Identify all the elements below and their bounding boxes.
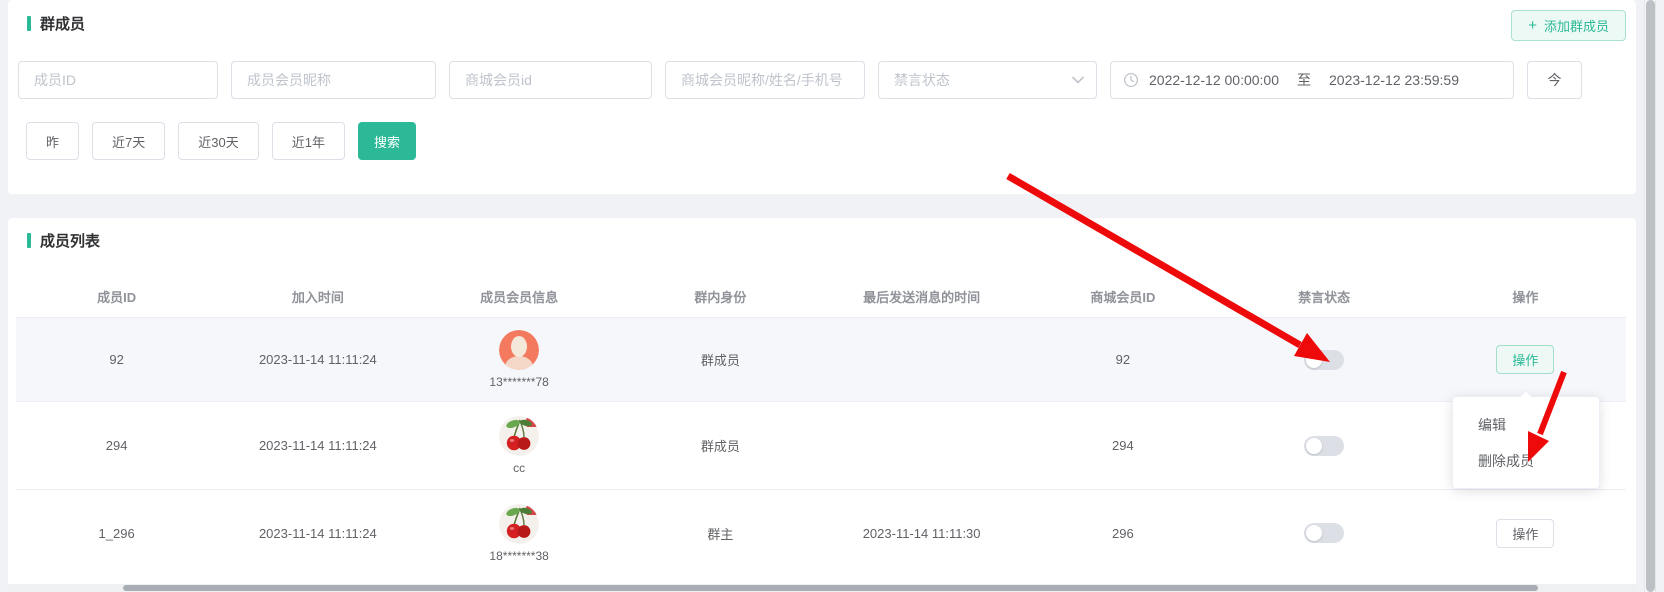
cell-mall-member-id: 294 (1022, 402, 1223, 489)
dropdown-item-delete-member[interactable]: 删除成员 (1453, 443, 1599, 479)
cherry-avatar (499, 504, 539, 544)
cell-last-message-time (821, 318, 1022, 401)
mute-toggle[interactable] (1304, 350, 1344, 370)
row-action-button[interactable]: 操作 (1496, 345, 1554, 374)
plus-icon: + (1528, 18, 1537, 33)
dropdown-item-edit[interactable]: 编辑 (1453, 407, 1599, 443)
clock-icon (1123, 72, 1139, 88)
add-group-member-button[interactable]: + 添加群成员 (1511, 10, 1626, 41)
horizontal-scrollbar[interactable] (8, 584, 1636, 592)
panel-title: 群成员 (27, 13, 85, 34)
member-id-input[interactable] (18, 61, 218, 99)
mute-toggle[interactable] (1304, 436, 1344, 456)
chevron-down-icon (1072, 76, 1084, 84)
cell-last-message-time: 2023-11-14 11:11:30 (821, 490, 1022, 576)
range-1year-button[interactable]: 近1年 (272, 122, 345, 160)
horizontal-scrollbar-thumb[interactable] (123, 585, 1538, 591)
member-list-panel: 成员列表 成员ID 加入时间 成员会员信息 群内身份 最后发送消息的时间 商城会… (8, 218, 1636, 592)
row-action-button[interactable]: 操作 (1496, 519, 1554, 548)
col-member-id: 成员ID (16, 276, 217, 317)
member-info: 13*******78 (489, 330, 548, 389)
add-group-member-label: 添加群成员 (1544, 16, 1609, 35)
date-range-separator: 至 (1297, 70, 1311, 90)
cell-join-time: 2023-11-14 11:11:24 (217, 402, 418, 489)
cell-join-time: 2023-11-14 11:11:24 (217, 318, 418, 401)
toggle-knob (1306, 352, 1322, 368)
cherry-avatar (499, 416, 539, 456)
member-name: 13*******78 (489, 375, 548, 389)
cell-member-id: 1_296 (16, 490, 217, 576)
table-row: 1_296 2023-11-14 11:11:24 18* (16, 490, 1626, 576)
cell-join-time: 2023-11-14 11:11:24 (217, 490, 418, 576)
date-range-picker[interactable]: 2022-12-12 00:00:00 至 2023-12-12 23:59:5… (1110, 61, 1514, 99)
cell-mall-member-id: 92 (1022, 318, 1223, 401)
toggle-knob (1306, 525, 1322, 541)
range-7days-button[interactable]: 近7天 (92, 122, 165, 160)
table-row: 294 2023-11-14 11:11:24 cc (16, 402, 1626, 490)
mute-toggle[interactable] (1304, 523, 1344, 543)
col-member-info: 成员会员信息 (419, 276, 620, 317)
today-button[interactable]: 今 (1527, 61, 1582, 99)
list-title: 成员列表 (27, 230, 100, 251)
member-info: 18*******38 (489, 504, 548, 563)
col-last-message-time: 最后发送消息的时间 (821, 276, 1022, 317)
col-join-time: 加入时间 (217, 276, 418, 317)
title-accent-bar (27, 233, 31, 248)
quick-range-row: 昨 近7天 近30天 近1年 搜索 (26, 122, 416, 160)
table-row: 92 2023-11-14 11:11:24 13*******78 群成员 9… (16, 318, 1626, 402)
date-range-start: 2022-12-12 00:00:00 (1149, 72, 1279, 88)
member-info: cc (499, 416, 539, 475)
member-name: 18*******38 (489, 549, 548, 563)
search-button[interactable]: 搜索 (358, 122, 416, 160)
range-yesterday-button[interactable]: 昨 (26, 122, 79, 160)
vertical-scrollbar-thumb[interactable] (1646, 0, 1655, 592)
cell-last-message-time (821, 402, 1022, 489)
filter-row: 禁言状态 2022-12-12 00:00:00 至 2023-12-12 23… (18, 61, 1582, 99)
cell-role: 群成员 (620, 402, 821, 489)
member-nickname-input[interactable] (231, 61, 436, 99)
cell-member-id: 92 (16, 318, 217, 401)
mute-status-select[interactable]: 禁言状态 (878, 61, 1097, 99)
group-members-panel: 群成员 + 添加群成员 禁言状态 2022-12-12 00:00:00 至 2… (8, 0, 1636, 194)
cell-role: 群成员 (620, 318, 821, 401)
mall-member-id-input[interactable] (449, 61, 652, 99)
default-person-avatar (499, 330, 539, 370)
col-mall-member-id: 商城会员ID (1022, 276, 1223, 317)
date-range-end: 2023-12-12 23:59:59 (1329, 72, 1459, 88)
col-mute-status: 禁言状态 (1224, 276, 1425, 317)
toggle-knob (1306, 438, 1322, 454)
cell-role: 群主 (620, 490, 821, 576)
cell-member-id: 294 (16, 402, 217, 489)
col-role: 群内身份 (620, 276, 821, 317)
cell-mall-member-id: 296 (1022, 490, 1223, 576)
title-accent-bar (27, 16, 31, 31)
member-table: 成员ID 加入时间 成员会员信息 群内身份 最后发送消息的时间 商城会员ID 禁… (16, 276, 1626, 576)
page-title: 群成员 (40, 13, 85, 34)
mall-member-info-input[interactable] (665, 61, 865, 99)
mute-status-placeholder: 禁言状态 (894, 70, 1072, 90)
member-name: cc (513, 461, 525, 475)
action-dropdown-menu: 编辑 删除成员 (1452, 396, 1600, 489)
list-title-text: 成员列表 (40, 230, 100, 251)
vertical-scrollbar[interactable] (1644, 0, 1656, 592)
col-action: 操作 (1425, 276, 1626, 317)
table-header-row: 成员ID 加入时间 成员会员信息 群内身份 最后发送消息的时间 商城会员ID 禁… (16, 276, 1626, 318)
range-30days-button[interactable]: 近30天 (178, 122, 258, 160)
